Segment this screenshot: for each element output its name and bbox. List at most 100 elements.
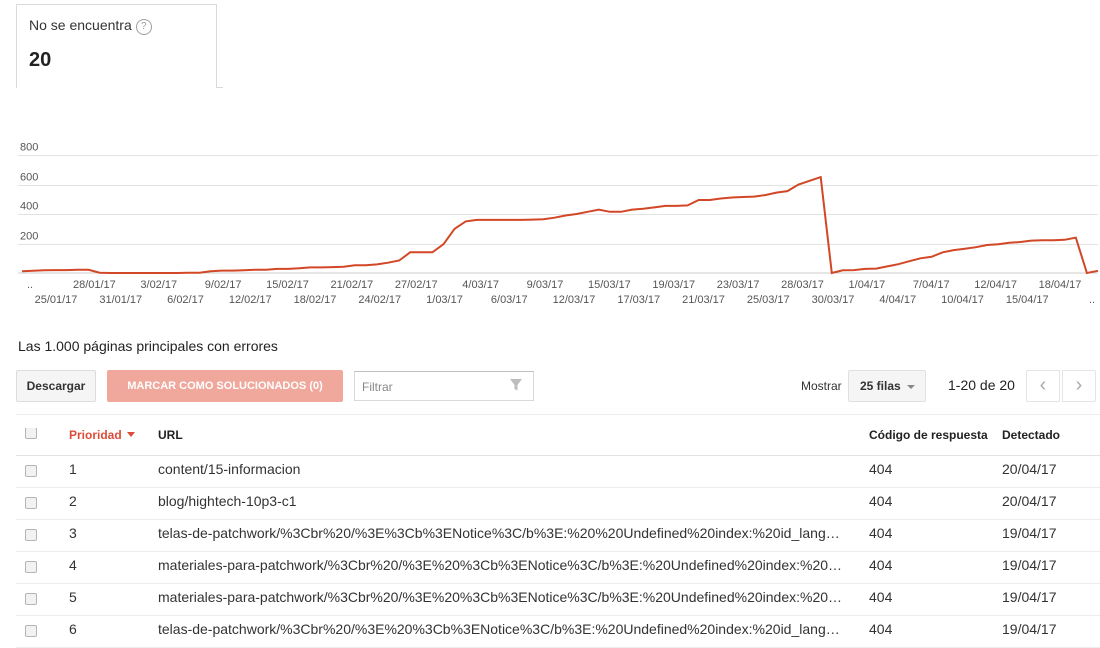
column-url[interactable]: URL — [158, 428, 866, 442]
column-detected[interactable]: Detectado — [1002, 428, 1060, 442]
chart-x-tick-label: 25/03/17 — [747, 294, 790, 306]
chart-x-tick-label: 9/03/17 — [527, 279, 564, 291]
chart-x-tick-label: 18/02/17 — [294, 294, 337, 306]
errors-chart: 200 400 600 800 .. 28/01/17 3/02/17 9/02/17 15/… — [18, 142, 1099, 306]
row-url[interactable]: content/15-informacion — [158, 461, 866, 477]
chart-x-tick-label: 15/04/17 — [1006, 294, 1049, 306]
pagination-range: 1-20 de 20 — [948, 377, 1015, 393]
row-priority: 6 — [69, 621, 77, 637]
chart-series-line — [21, 175, 1099, 275]
chart-x-tick-label: 10/04/17 — [941, 294, 984, 306]
row-priority: 5 — [69, 589, 77, 605]
chart-x-tick-label: 28/03/17 — [781, 279, 824, 291]
filter-box — [354, 371, 534, 401]
chart-x-tick-label: 24/02/17 — [358, 294, 401, 306]
row-url[interactable]: materiales-para-patchwork/%3Cbr%20/%3E%2… — [158, 557, 866, 573]
card-underline — [217, 87, 223, 88]
chart-x-tick-label: 1/04/17 — [849, 279, 886, 291]
column-priority[interactable]: Prioridad — [69, 428, 135, 442]
chart-x-tick-label: 1/03/17 — [426, 294, 463, 306]
chart-x-tick-label: 21/03/17 — [682, 294, 725, 306]
chart-y-tick-label: 200 — [20, 231, 38, 243]
row-checkbox[interactable] — [25, 593, 37, 605]
table-row[interactable]: 4 materiales-para-patchwork/%3Cbr%20/%3E%… — [16, 551, 1100, 584]
column-response-code[interactable]: Código de respuesta — [869, 428, 988, 442]
rows-per-page-select[interactable]: 25 filas — [848, 370, 926, 402]
chart-x-tick-label: 15/03/17 — [588, 279, 631, 291]
row-url[interactable]: blog/hightech-10p3-c1 — [158, 493, 866, 509]
chart-x-tick-label: 12/02/17 — [229, 294, 272, 306]
row-checkbox[interactable] — [25, 561, 37, 573]
chart-x-tick-label: 4/04/17 — [879, 294, 916, 306]
prev-page-button[interactable]: ‹ — [1026, 370, 1060, 402]
chevron-left-icon: ‹ — [1039, 374, 1047, 396]
not-found-card[interactable]: No se encuentra? 20 — [16, 4, 223, 88]
next-page-button[interactable]: › — [1062, 370, 1096, 402]
row-response-code: 404 — [869, 621, 893, 637]
chart-y-tick-label: 600 — [20, 172, 38, 184]
chart-x-tick-label: 21/02/17 — [330, 279, 373, 291]
row-priority: 3 — [69, 525, 77, 541]
row-checkbox[interactable] — [25, 529, 37, 541]
chart-x-tick-label: 17/03/17 — [617, 294, 660, 306]
chart-x-tick-label: 9/02/17 — [205, 279, 242, 291]
row-checkbox[interactable] — [25, 625, 37, 637]
table-section-title: Las 1.000 páginas principales con errore… — [18, 338, 278, 354]
row-url[interactable]: telas-de-patchwork/%3Cbr%20/%3E%3Cb%3ENo… — [158, 525, 866, 541]
chart-x-tick-label: 18/04/17 — [1039, 279, 1082, 291]
chart-x-tick-label: 6/02/17 — [167, 294, 204, 306]
funnel-icon[interactable] — [509, 378, 523, 392]
chart-x-tick-label: 3/02/17 — [140, 279, 177, 291]
row-response-code: 404 — [869, 493, 893, 509]
sort-desc-icon — [126, 432, 135, 437]
row-priority: 4 — [69, 557, 77, 573]
table-row[interactable]: 6 telas-de-patchwork/%3Cbr%20/%3E%20%3Cb%… — [16, 615, 1100, 648]
chart-x-tick-label: .. — [27, 279, 33, 291]
chart-x-tick-label: 12/04/17 — [974, 279, 1017, 291]
row-detected-date: 20/04/17 — [1002, 493, 1057, 509]
chart-x-tick-label: 4/03/17 — [462, 279, 499, 291]
not-found-count: 20 — [29, 49, 52, 71]
chart-x-tick-label: 31/01/17 — [99, 294, 142, 306]
table-row[interactable]: 1 content/15-informacion 404 20/04/17 — [16, 455, 1100, 488]
chart-x-tick-label: .. — [1089, 294, 1095, 306]
table-row[interactable]: 5 materiales-para-patchwork/%3Cbr%20/%3E%… — [16, 583, 1100, 616]
chart-x-tick-label: 19/03/17 — [652, 279, 695, 291]
chart-x-tick-label: 28/01/17 — [73, 279, 116, 291]
mark-fixed-button[interactable]: MARCAR COMO SOLUCIONADOS (0) — [107, 370, 343, 402]
row-response-code: 404 — [869, 557, 893, 573]
chart-x-tick-label: 6/03/17 — [491, 294, 528, 306]
chart-x-tick-label: 30/03/17 — [812, 294, 855, 306]
row-url[interactable]: telas-de-patchwork/%3Cbr%20/%3E%20%3Cb%3… — [158, 621, 866, 637]
row-priority: 1 — [69, 461, 77, 477]
show-label: Mostrar — [801, 379, 842, 393]
row-response-code: 404 — [869, 461, 893, 477]
download-button[interactable]: Descargar — [16, 370, 96, 402]
chevron-down-icon — [907, 385, 915, 389]
chart-x-tick-label: 27/02/17 — [395, 279, 438, 291]
chart-x-tick-label: 23/03/17 — [717, 279, 760, 291]
rows-per-page-value: 25 filas — [860, 379, 901, 393]
row-detected-date: 19/04/17 — [1002, 557, 1057, 573]
chart-x-tick-label: 15/02/17 — [266, 279, 309, 291]
row-checkbox[interactable] — [25, 465, 37, 477]
chevron-right-icon: › — [1075, 374, 1083, 396]
chart-x-tick-label: 7/04/17 — [913, 279, 950, 291]
row-detected-date: 19/04/17 — [1002, 621, 1057, 637]
row-priority: 2 — [69, 493, 77, 509]
row-checkbox[interactable] — [25, 497, 37, 509]
chart-x-tick-label: 12/03/17 — [553, 294, 596, 306]
row-detected-date: 19/04/17 — [1002, 589, 1057, 605]
row-detected-date: 19/04/17 — [1002, 525, 1057, 541]
help-circle-icon[interactable]: ? — [135, 19, 152, 35]
table-row[interactable]: 2 blog/hightech-10p3-c1 404 20/04/17 — [16, 487, 1100, 520]
row-response-code: 404 — [869, 525, 893, 541]
select-all-checkbox[interactable] — [25, 428, 37, 439]
row-detected-date: 20/04/17 — [1002, 461, 1057, 477]
chart-x-tick-label: 25/01/17 — [35, 294, 78, 306]
chart-y-tick-label: 400 — [20, 201, 38, 213]
filter-input[interactable] — [360, 373, 504, 401]
table-row[interactable]: 3 telas-de-patchwork/%3Cbr%20/%3E%3Cb%3EN… — [16, 519, 1100, 552]
row-url[interactable]: materiales-para-patchwork/%3Cbr%20/%3E%2… — [158, 589, 866, 605]
table-header: Prioridad URL Código de respuesta Detect… — [16, 414, 1100, 456]
